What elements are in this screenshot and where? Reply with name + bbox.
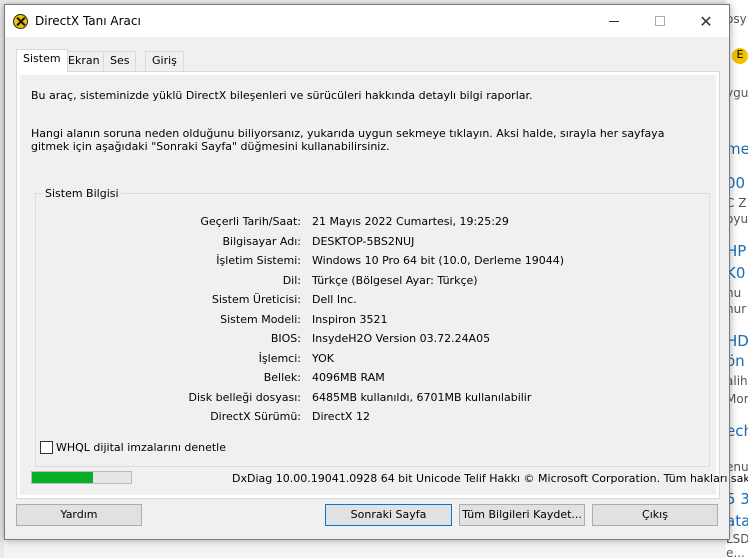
info-row-page-file: Disk belleği dosyası: 6485MB kullanıldı, … [36, 391, 709, 410]
info-row-bios: BIOS: InsydeH2O Version 03.72.24A05 [36, 332, 709, 351]
info-row-manufacturer: Sistem Üreticisi: Dell Inc. [36, 293, 709, 312]
info-value: Inspiron 3521 [312, 312, 388, 326]
info-row-processor: İşlemci: YOK [36, 352, 709, 371]
dxdiag-window: DirectX Tanı Aracı ✕ Sistem Ekran Ses Gi… [4, 4, 748, 540]
tab-ses[interactable]: Ses [103, 51, 137, 71]
info-value: Türkçe (Bölgesel Ayar: Türkçe) [312, 273, 478, 287]
progress-bar [31, 471, 132, 484]
info-label: Sistem Üreticisi: [211, 293, 301, 306]
info-value: 21 Mayıs 2022 Cumartesi, 19:25:29 [312, 215, 509, 228]
maximize-icon [655, 16, 665, 26]
info-row-computer-name: Bilgisayar Adı: DESKTOP-5BS2NUJ [36, 235, 709, 254]
info-value: DirectX 12 [312, 410, 370, 423]
tab-sistem[interactable]: Sistem [16, 49, 68, 72]
info-row-os: İşletim Sistemi: Windows 10 Pro 64 bit (1… [36, 254, 709, 273]
save-all-button-label: Tüm Bilgileri Kaydet... [462, 508, 582, 521]
intro-instructions: Hangi alanın soruna neden olduğunu biliy… [31, 127, 665, 153]
help-button[interactable]: Yardım [16, 504, 142, 526]
info-label: Geçerli Tarih/Saat: [200, 215, 301, 228]
directx-icon [13, 14, 28, 29]
info-value: YOK [312, 351, 334, 365]
close-icon: ✕ [699, 11, 713, 31]
info-row-directx-version: DirectX Sürümü: DirectX 12 [36, 410, 709, 429]
info-label: BIOS: [270, 332, 301, 345]
info-label: DirectX Sürümü: [210, 410, 301, 423]
info-value: DESKTOP-5BS2NUJ [312, 234, 415, 248]
info-value: 4096MB RAM [312, 371, 385, 384]
info-value: Windows 10 Pro 64 bit (10.0, Derleme 190… [312, 254, 565, 267]
info-label: İşletim Sistemi: [216, 254, 301, 267]
help-button-label: Yardım [60, 508, 98, 521]
info-label: Disk belleği dosyası: [188, 390, 301, 404]
tab-panel-body: Bu araç, sisteminizde yüklü DirectX bile… [20, 75, 716, 495]
version-copyright-text: DxDiag 10.00.19041.0928 64 bit Unicode T… [232, 472, 748, 485]
info-value: Dell Inc. [312, 293, 357, 306]
info-value: InsydeH2O Version 03.72.24A05 [312, 332, 491, 345]
info-row-datetime: Geçerli Tarih/Saat: 21 Mayıs 2022 Cumarte… [36, 215, 709, 234]
close-button[interactable]: ✕ [683, 5, 729, 37]
save-all-button[interactable]: Tüm Bilgileri Kaydet... [459, 504, 585, 526]
next-page-button[interactable]: Sonraki Sayfa [325, 504, 452, 526]
next-page-button-label: Sonraki Sayfa [350, 508, 427, 521]
intro-text: Bu araç, sisteminizde yüklü DirectX bile… [31, 89, 533, 102]
progress-fill [32, 472, 94, 483]
whql-checkbox[interactable] [40, 441, 53, 454]
maximize-button[interactable] [637, 5, 683, 37]
window-title: DirectX Tanı Aracı [35, 14, 141, 28]
bg-fragment: E [732, 48, 748, 64]
info-label: Sistem Modeli: [220, 312, 301, 326]
exit-button[interactable]: Çıkış [592, 504, 718, 526]
info-label: Bellek: [263, 371, 301, 384]
tab-ekran[interactable]: Ekran [61, 51, 107, 71]
info-row-memory: Bellek: 4096MB RAM [36, 371, 709, 390]
minimize-icon [609, 20, 619, 22]
bg-fragment: e... [726, 546, 745, 558]
system-info-title: Sistem Bilgisi [43, 187, 121, 200]
system-info-group: Sistem Bilgisi Geçerli Tarih/Saat: 21 May… [35, 187, 710, 467]
title-bar[interactable]: DirectX Tanı Aracı ✕ [5, 5, 729, 37]
info-label: Dil: [282, 273, 301, 287]
whql-label: WHQL dijital imzalarını denetle [56, 441, 227, 454]
minimize-button[interactable] [591, 5, 637, 37]
info-value: 6485MB kullanıldı, 6701MB kullanılabilir [312, 390, 532, 404]
tab-giris[interactable]: Giriş [145, 51, 184, 71]
info-row-model: Sistem Modeli: Inspiron 3521 [36, 313, 709, 332]
info-row-language: Dil: Türkçe (Bölgesel Ayar: Türkçe) [36, 274, 709, 293]
tab-panel-sistem: Bu araç, sisteminizde yüklü DirectX bile… [16, 71, 720, 499]
exit-button-label: Çıkış [642, 508, 668, 521]
info-label: Bilgisayar Adı: [222, 234, 301, 248]
info-label: İşlemci: [258, 351, 301, 365]
whql-checkbox-row[interactable]: WHQL dijital imzalarını denetle [40, 441, 226, 454]
